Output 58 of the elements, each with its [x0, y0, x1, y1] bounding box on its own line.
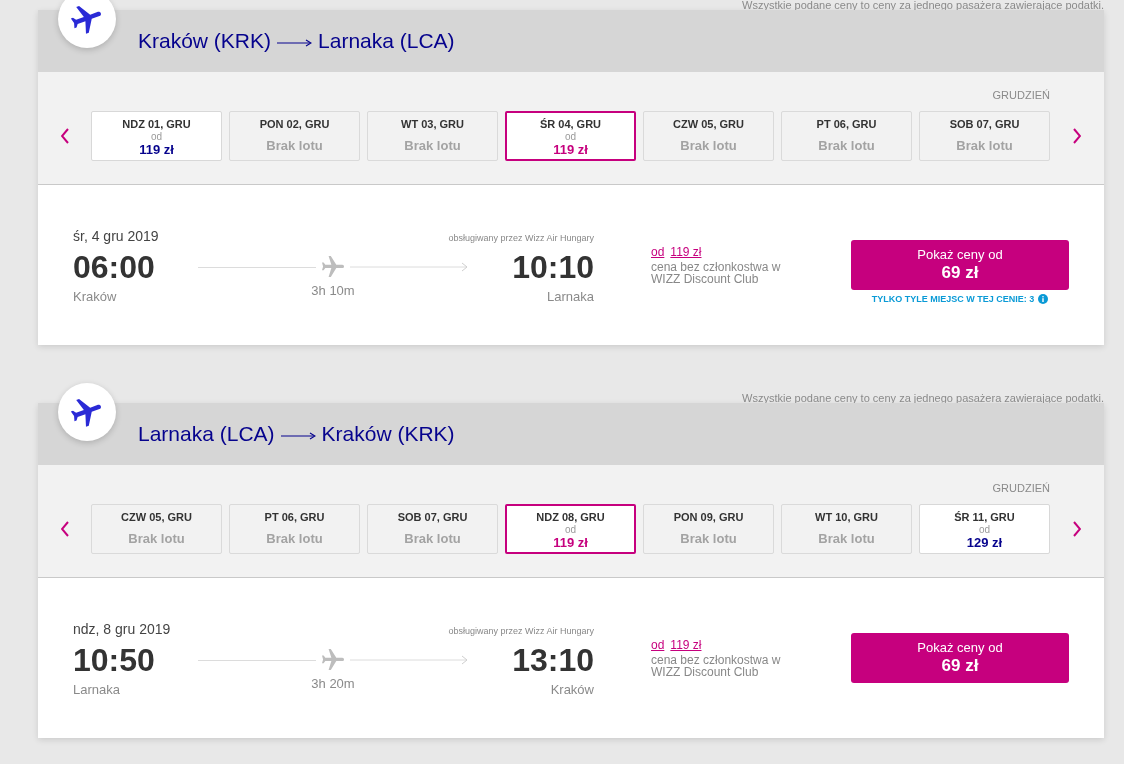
- membership-note: cena bez członkostwa w WIZZ Discount Club: [651, 654, 782, 678]
- flight-duration: 3h 10m: [311, 283, 355, 299]
- origin-airport: Larnaka (LCA): [138, 421, 275, 447]
- destination-airport: Larnaka (LCA): [318, 28, 455, 54]
- price-note: Wszystkie podane ceny to ceny za jednego pasażera zawierające podatki.: [742, 0, 1104, 10]
- date-tile[interactable]: PON 02, GRU Brak lotu: [229, 111, 360, 161]
- arrival-time: 10:10: [512, 249, 594, 285]
- origin-airport: Kraków (KRK): [138, 28, 272, 54]
- membership-note: cena bez członkostwa w WIZZ Discount Club: [651, 261, 782, 285]
- chevron-left-icon: [60, 521, 69, 537]
- date-tile[interactable]: CZW 05, GRU Brak lotu: [91, 504, 222, 554]
- arrow-icon: [350, 262, 468, 272]
- departure-city: Larnaka: [73, 682, 120, 698]
- date-tile[interactable]: PT 06, GRU Brak lotu: [781, 111, 912, 161]
- info-icon[interactable]: [1038, 294, 1049, 304]
- date-tile[interactable]: NDZ 01, GRU od 119 zł: [91, 111, 222, 161]
- plane-icon: [322, 649, 344, 671]
- show-prices-button[interactable]: Pokaż ceny od 69 zł: [851, 633, 1069, 683]
- show-prices-button[interactable]: Pokaż ceny od 69 zł: [851, 240, 1069, 290]
- date-tile[interactable]: ŚR 11, GRU od 129 zł: [919, 504, 1050, 554]
- date-tile[interactable]: CZW 05, GRU Brak lotu: [643, 111, 774, 161]
- chevron-right-icon: [1073, 521, 1081, 537]
- arrow-icon: [350, 655, 468, 665]
- flight-date: śr, 4 gru 2019: [73, 228, 159, 244]
- price-link[interactable]: 119 zł: [670, 638, 702, 652]
- operator-text: obsługiwany przez Wizz Air Hungary: [448, 232, 594, 244]
- month-label: GRUDZIEŃ: [992, 481, 1050, 495]
- arrival-city: Larnaka: [547, 289, 594, 305]
- plane-icon: [322, 256, 344, 278]
- price-prefix-link[interactable]: od: [651, 245, 665, 259]
- price-prefix-link[interactable]: od: [651, 638, 665, 652]
- departure-city: Kraków: [73, 289, 117, 305]
- date-tile[interactable]: WT 03, GRU Brak lotu: [367, 111, 498, 161]
- flight-duration: 3h 20m: [311, 676, 355, 692]
- chevron-right-icon: [1073, 128, 1081, 144]
- price-note: Wszystkie podane ceny to ceny za jednego pasażera zawierające podatki.: [742, 393, 1104, 403]
- operator-text: obsługiwany przez Wizz Air Hungary: [448, 625, 594, 637]
- destination-airport: Kraków (KRK): [321, 421, 455, 447]
- flight-date: ndz, 8 gru 2019: [73, 621, 171, 637]
- price-link[interactable]: 119 zł: [670, 245, 702, 259]
- date-tile[interactable]: PON 09, GRU Brak lotu: [643, 504, 774, 554]
- chevron-left-icon: [60, 128, 69, 144]
- plane-icon: [58, 0, 116, 48]
- date-tile[interactable]: SOB 07, GRU Brak lotu: [919, 111, 1050, 161]
- arrow-icon: [277, 37, 313, 48]
- plane-icon: [58, 383, 116, 441]
- month-label: GRUDZIEŃ: [992, 88, 1050, 102]
- date-tile[interactable]: PT 06, GRU Brak lotu: [229, 504, 360, 554]
- arrow-icon: [280, 430, 316, 441]
- date-tile[interactable]: SOB 07, GRU Brak lotu: [367, 504, 498, 554]
- arrival-time: 13:10: [512, 642, 594, 678]
- arrival-city: Kraków: [550, 682, 594, 698]
- date-tile[interactable]: ŚR 04, GRU od 119 zł: [505, 111, 636, 161]
- departure-time: 06:00: [73, 249, 155, 285]
- date-tile[interactable]: WT 10, GRU Brak lotu: [781, 504, 912, 554]
- seats-left-notice: TYLKO TYLE MIEJSC W TEJ CENIE: 3: [871, 294, 1035, 304]
- date-tile[interactable]: NDZ 08, GRU od 119 zł: [505, 504, 636, 554]
- departure-time: 10:50: [73, 642, 155, 678]
